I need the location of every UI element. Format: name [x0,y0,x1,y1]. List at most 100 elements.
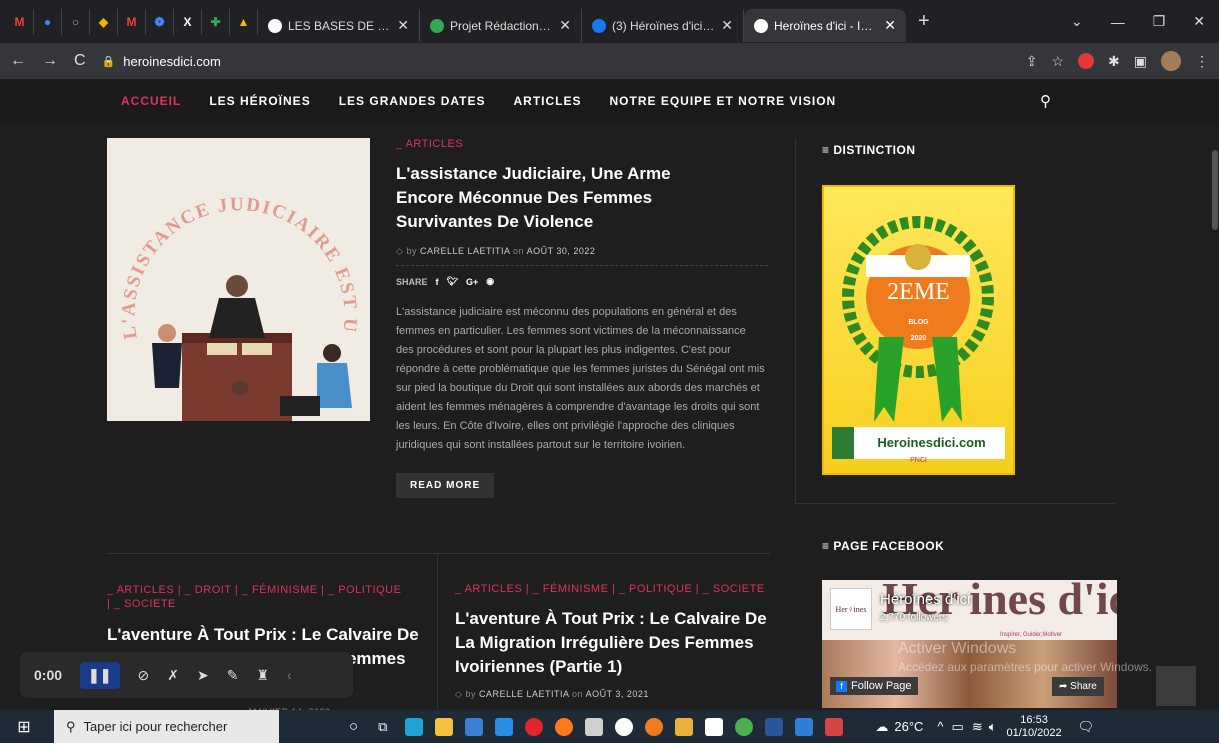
author-link[interactable]: CARELLE LAETITIA [479,689,569,699]
back-icon[interactable]: ← [10,52,26,70]
address-bar: ← → C 🔒 heroinesdici.com ⇪ ☆ ✱ ▣ ⋮ [0,43,1219,79]
new-tab-button[interactable]: + [918,10,930,33]
nav-heroines[interactable]: LES HÉROÏNES [209,94,310,108]
article-category[interactable]: _ ARTICLES [396,138,770,150]
cortana-icon[interactable]: ○ [349,718,358,735]
windows-start-icon[interactable]: ⊞ [0,717,48,737]
tab-facebook[interactable]: (3) Héroïnes d'ici | Face ✕ [582,9,744,42]
forward-icon[interactable]: → [42,52,58,70]
fb-followers: 2,770 followers [880,612,948,623]
pinned-tab-gmail[interactable]: M [6,8,34,35]
notification-icon[interactable]: 🗨︎ [1078,719,1095,735]
photos-app-icon[interactable] [795,717,814,736]
facebook-icon[interactable]: f [436,277,439,287]
restore-button[interactable]: ❐ [1153,13,1166,30]
award-badge[interactable]: 2EME BLOG 2020 Heroinesdici.com PNCI [822,185,1015,475]
tab-heroines-active[interactable]: Heroïnes d'ici - Inspire ✕ [744,9,906,42]
nav-grandes-dates[interactable]: LES GRANDES DATES [339,94,486,108]
pause-button[interactable]: ❚❚ [80,661,120,689]
tab-projet-redaction[interactable]: Projet Rédaction Web ✕ [420,9,582,42]
clock[interactable]: 16:53 01/10/2022 [1007,714,1062,740]
word-icon[interactable] [765,717,784,736]
emoji-icon[interactable] [615,717,634,736]
scrollbar[interactable] [1212,150,1218,230]
fb-page-thumb[interactable]: Her♀ines [830,588,872,630]
task-view-icon[interactable]: ⧉ [378,719,387,735]
close-icon[interactable]: ✕ [397,17,409,34]
adblock-icon[interactable] [1078,53,1095,69]
wifi-icon[interactable]: ≋ [972,719,983,735]
puzzle-icon[interactable]: ✱ [1108,53,1120,70]
article-title[interactable]: L'assistance Judiciaire, Une Arme Encore… [396,162,726,234]
pen-icon[interactable]: ✎ [227,667,239,684]
close-icon[interactable]: ✕ [559,17,571,34]
pinned-tab-drive[interactable]: ▲ [230,8,258,35]
taskbar-search[interactable]: ⚲ Taper ici pour rechercher [54,710,279,743]
url-field[interactable]: 🔒 heroinesdici.com [102,54,1010,69]
close-window-button[interactable]: ✕ [1193,13,1205,30]
photos-icon[interactable] [585,717,604,736]
pinned-tab-6[interactable]: ❁ [146,8,174,35]
weather-temp[interactable]: 26°C [894,719,923,734]
twitter-icon[interactable]: 🐦︎ [447,276,458,287]
menu-icon[interactable]: ⋮ [1195,53,1209,70]
vlc-icon[interactable] [645,717,664,736]
taskbar-search-placeholder: Taper ici pour rechercher [83,719,228,734]
firefox-icon[interactable] [555,717,574,736]
chevron-down-icon[interactable]: ⌄ [1071,13,1083,30]
pinned-tab-github[interactable]: ○ [62,8,90,35]
avatar[interactable] [1161,51,1181,71]
scroll-top-button[interactable] [1156,666,1196,706]
google-plus-icon[interactable]: G+ [466,277,478,287]
nav-articles[interactable]: ARTICLES [514,94,582,108]
fb-page-name[interactable]: Héroïnes d'ici [880,591,970,608]
pinned-tab-gmail-2[interactable]: M [118,8,146,35]
post-title[interactable]: L'aventure À Tout Prix : Le Calvaire De … [455,607,770,679]
post-categories[interactable]: _ ARTICLES | _ DROIT | _ FÉMINISME | _ P… [107,583,407,611]
star-icon[interactable]: ☆ [1051,53,1064,70]
featured-image[interactable]: L'ASSISTANCE JUDICIAIRE EST UN DROIT [107,138,370,421]
share-arrow-icon: ➦ [1059,681,1071,692]
pinned-tab-8[interactable]: ✚ [202,8,230,35]
opera-icon[interactable] [525,717,544,736]
nav-equipe[interactable]: NOTRE EQUIPE ET NOTRE VISION [610,94,837,108]
highlighter-icon[interactable]: ♜ [256,667,269,684]
minimize-button[interactable]: — [1111,14,1125,30]
reload-icon[interactable]: C [74,52,86,70]
close-icon[interactable]: ✕ [721,17,733,34]
share-icon[interactable]: ⇪ [1026,53,1038,70]
app-diamond-icon[interactable] [675,717,694,736]
author-link[interactable]: CARELLE LAETITIA [420,246,510,256]
chrome-icon[interactable] [735,717,754,736]
pinned-tab-4[interactable]: ◆ [90,8,118,35]
battery-icon[interactable]: ▭ [952,719,964,735]
close-icon[interactable]: ✕ [884,17,896,34]
edge-icon[interactable] [405,717,424,736]
distinction-heading: ≡ DISTINCTION [822,143,916,157]
collapse-icon[interactable]: ‹ [287,667,292,683]
pointer-icon[interactable]: ➤ [197,667,209,684]
nav-accueil[interactable]: ACCUEIL [121,94,181,108]
search-icon[interactable]: ⚲ [1040,92,1054,110]
notion-icon[interactable] [705,717,724,736]
tray-chevron-icon[interactable]: ^ [937,719,943,734]
pinned-tab-2[interactable]: ● [34,8,62,35]
extensions-row: ⇪ ☆ ✱ ▣ ⋮ [1026,51,1209,71]
pinned-tab-7[interactable]: X [174,8,202,35]
sidepanel-icon[interactable]: ▣ [1134,53,1147,70]
post-categories[interactable]: _ ARTICLES | _ FÉMINISME | _ POLITIQUE |… [455,583,770,595]
tab-google-bases[interactable]: LES BASES DE GOOGLE ✕ [258,9,420,42]
fb-share-button[interactable]: ➦ Share [1052,677,1104,696]
volume-icon[interactable]: 🔈︎ [989,719,997,735]
weather-icon[interactable]: ☁ [875,719,888,735]
pinterest-icon[interactable]: ◉ [486,276,494,287]
folder-icon[interactable] [435,717,454,736]
read-more-button[interactable]: READ MORE [396,473,495,498]
camera-off-icon[interactable]: ⊘ [138,667,150,684]
mail-icon[interactable] [495,717,514,736]
app-red-icon[interactable] [825,717,844,736]
mic-off-icon[interactable]: ✗ [167,667,179,684]
store-icon[interactable] [465,717,484,736]
fb-follow-button[interactable]: f Follow Page [830,677,918,695]
by-label: by [406,246,417,256]
